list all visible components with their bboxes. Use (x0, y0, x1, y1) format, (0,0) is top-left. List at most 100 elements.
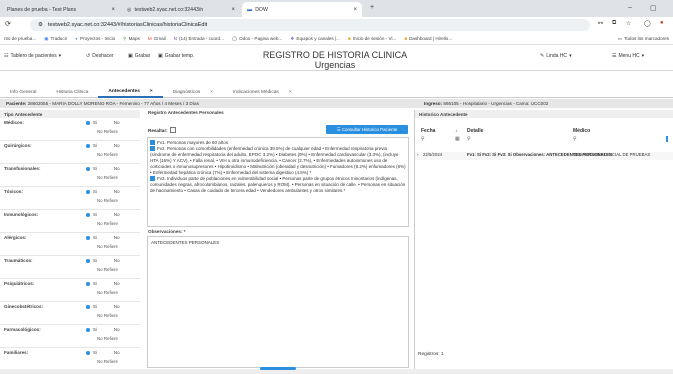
radio-selected-icon[interactable] (86, 327, 90, 332)
radio-selected-icon[interactable] (86, 350, 90, 355)
menu-dots-icon[interactable]: ● (660, 20, 664, 26)
extensions-icon[interactable]: ⚯ (598, 20, 603, 27)
radio-selected-icon[interactable] (86, 189, 90, 194)
bookmark-star-icon[interactable]: ☆ (626, 20, 631, 27)
all-bookmarks[interactable]: ▭ Todos los marcadores (618, 36, 673, 42)
si-no-radio[interactable]: Si No (86, 258, 120, 263)
bookmark-item[interactable]: M Gmail (148, 36, 166, 41)
checkbox-icon[interactable] (150, 176, 155, 181)
no-refiere-option[interactable]: No Refiere (97, 221, 118, 226)
new-tab-icon[interactable]: + (370, 4, 374, 11)
si-no-radio[interactable]: Si No (86, 304, 120, 309)
no-refiere-option[interactable]: No Refiere (97, 267, 118, 272)
bookmark-item[interactable]: ❖ Equipos y canales |... (290, 36, 340, 42)
bookmark-item[interactable]: ▣ Traducir (44, 36, 67, 42)
chevron-down-icon: ▾ (58, 53, 62, 59)
si-no-radio[interactable]: Si No (86, 212, 120, 217)
close-icon[interactable]: × (231, 7, 235, 13)
si-no-radio[interactable]: Si No (86, 166, 120, 171)
radio-selected-icon[interactable] (86, 166, 90, 171)
antecedente-label: Transfusionales: (4, 166, 41, 171)
tab-indicaciones[interactable]: Indicaciones Médicas × (223, 87, 302, 98)
scroll-thumb[interactable] (260, 367, 296, 370)
dow-icon: ▬ (247, 6, 253, 13)
save-temp-button[interactable]: ▣ Grabar temp. (158, 53, 194, 59)
radio-selected-icon[interactable] (86, 120, 90, 125)
profile-icon[interactable]: ◯ (644, 20, 651, 27)
menu-dropdown[interactable]: ☰ Menu HC ▾ (612, 53, 644, 59)
no-refiere-option[interactable]: No Refiere (97, 175, 118, 180)
user-dropdown[interactable]: ✎ Linda HC ▾ (540, 53, 572, 59)
si-no-radio[interactable]: Si No (86, 235, 120, 240)
close-icon[interactable]: × (150, 89, 153, 94)
bookmark-item[interactable]: N (14) Entrada - cuord... (174, 36, 224, 41)
si-no-radio[interactable]: Si No (86, 120, 120, 125)
col-fecha[interactable]: Fecha (421, 126, 435, 135)
no-refiere-option[interactable]: No Refiere (97, 152, 118, 157)
consultar-historico-button[interactable]: ☰ Consultar Historico Paciente (326, 125, 408, 134)
tab-info-general[interactable]: Info General (0, 87, 46, 98)
fv2-item[interactable]: Fv2. Personas con comorbilidades (enferm… (150, 146, 406, 176)
save-button[interactable]: ▣ Grabar (128, 53, 150, 59)
close-icon[interactable]: × (353, 7, 357, 13)
reload-icon[interactable]: ⟳ (5, 20, 11, 28)
sort-icon[interactable]: ↓ (455, 126, 458, 135)
tab-diagnosticos[interactable]: Diagnósticos × (163, 87, 223, 98)
no-refiere-option[interactable]: No Refiere (97, 290, 118, 295)
radio-selected-icon[interactable] (86, 281, 90, 286)
si-no-radio[interactable]: Si No (86, 281, 120, 286)
si-no-radio[interactable]: Si No (86, 189, 120, 194)
share-icon[interactable]: ⧉ (612, 20, 616, 27)
close-icon[interactable]: × (111, 7, 115, 13)
radio-selected-icon[interactable] (86, 258, 90, 263)
search-icon[interactable]: ⚲ (421, 136, 425, 144)
tab-historia-clinica[interactable]: Historia Clinica (46, 87, 98, 98)
undo-button[interactable]: ↺ Deshacer (86, 53, 114, 59)
antecedentes-checklist[interactable]: Fv1. Personas mayores de 60 años Fv2. Pe… (147, 137, 409, 227)
bookmark-item[interactable]: ⚲ Maps (123, 36, 140, 42)
site-info-icon[interactable]: ⚙ (38, 22, 43, 28)
browser-tab-testweb[interactable]: ◎ testweb2.syac.net.co:32443/n × (122, 2, 240, 17)
radio-selected-icon[interactable] (86, 235, 90, 240)
table-row[interactable]: › 22/5/2024 Fv1: Si Fv2: Si Fv3: Si Obse… (415, 152, 673, 160)
no-refiere-option[interactable]: No Refiere (97, 336, 118, 341)
col-medico[interactable]: Médico (573, 126, 590, 135)
bookmark-item[interactable]: ◐ Proyectos - Inicio (75, 36, 115, 41)
browser-tab-test-plans[interactable]: Planes de prueba - Test Plans × (2, 2, 120, 17)
horizontal-scrollbar[interactable] (0, 369, 673, 374)
observaciones-textarea[interactable]: ANTECEDENTES PERSONALES (147, 236, 409, 368)
close-icon[interactable]: × (289, 90, 292, 95)
search-icon[interactable]: ⚲ (467, 136, 471, 144)
no-refiere-option[interactable]: No Refiere (97, 129, 118, 134)
checkbox-icon[interactable] (150, 146, 155, 151)
radio-selected-icon[interactable] (86, 143, 90, 148)
no-refiere-option[interactable]: No Refiere (97, 198, 118, 203)
browser-tab-dow[interactable]: ▬ DOW × (242, 2, 362, 17)
bookmark-item[interactable]: ■ Inicio de sesión - Vi... (348, 36, 396, 41)
radio-selected-icon[interactable] (86, 304, 90, 309)
maximize-icon[interactable]: ▢ (650, 4, 657, 12)
radio-selected-icon[interactable] (86, 212, 90, 217)
no-refiere-option[interactable]: No Refiere (97, 313, 118, 318)
fv3-item[interactable]: Fv3. Individuos parte de poblaciones en … (150, 176, 406, 194)
expand-icon[interactable]: › (417, 152, 418, 157)
search-icon[interactable]: ⚲ (573, 136, 577, 144)
resaltar-checkbox[interactable] (169, 127, 176, 133)
no-refiere-option[interactable]: No Refiere (97, 359, 118, 364)
minimize-icon[interactable]: – (628, 4, 632, 11)
no-refiere-option[interactable]: No Refiere (97, 244, 118, 249)
si-no-radio[interactable]: Si No (86, 327, 120, 332)
bookmark-item[interactable]: nto de prueba... (4, 36, 36, 41)
bookmark-item[interactable]: ◯ Odoo - Pagina web... (232, 36, 282, 42)
bookmark-item[interactable]: ■ Dashboard | Hirello... (404, 36, 452, 41)
board-dropdown[interactable]: ☷ Tablero de pacientes ▾ (4, 53, 61, 59)
checkbox-icon[interactable] (150, 140, 155, 145)
si-no-radio[interactable]: Si No (86, 350, 120, 355)
calendar-icon[interactable]: ▦ (455, 136, 460, 144)
si-no-radio[interactable]: Si No (86, 143, 120, 148)
url-field[interactable]: ⚙ testweb2.syac.net.co:32443/#/historias… (30, 19, 590, 31)
row-action-icon[interactable] (666, 136, 668, 142)
close-icon[interactable]: × (210, 90, 213, 95)
col-detalle[interactable]: Detalle (467, 126, 483, 135)
tab-antecedentes[interactable]: Antecedentes × (98, 87, 163, 98)
